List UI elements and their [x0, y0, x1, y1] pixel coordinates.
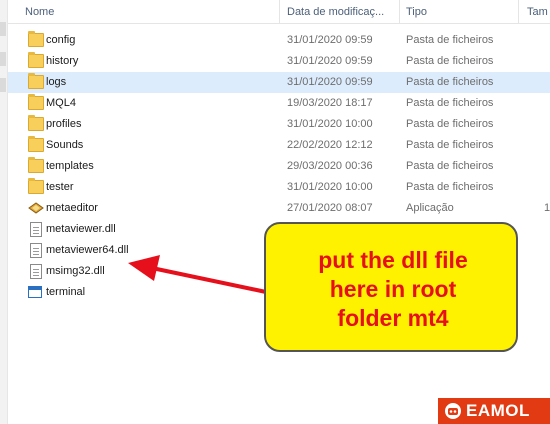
callout-text: put the dll file here in root folder mt4 — [318, 247, 468, 331]
arrow-shaft — [151, 266, 267, 294]
arrow-head — [128, 255, 160, 281]
logo-text: EAMOL — [466, 401, 530, 420]
pointer-arrow — [128, 255, 267, 294]
brand-logo: EAMOL — [438, 398, 550, 424]
robot-logo-icon — [445, 403, 461, 419]
annotation-callout: put the dll file here in root folder mt4 — [264, 222, 518, 352]
